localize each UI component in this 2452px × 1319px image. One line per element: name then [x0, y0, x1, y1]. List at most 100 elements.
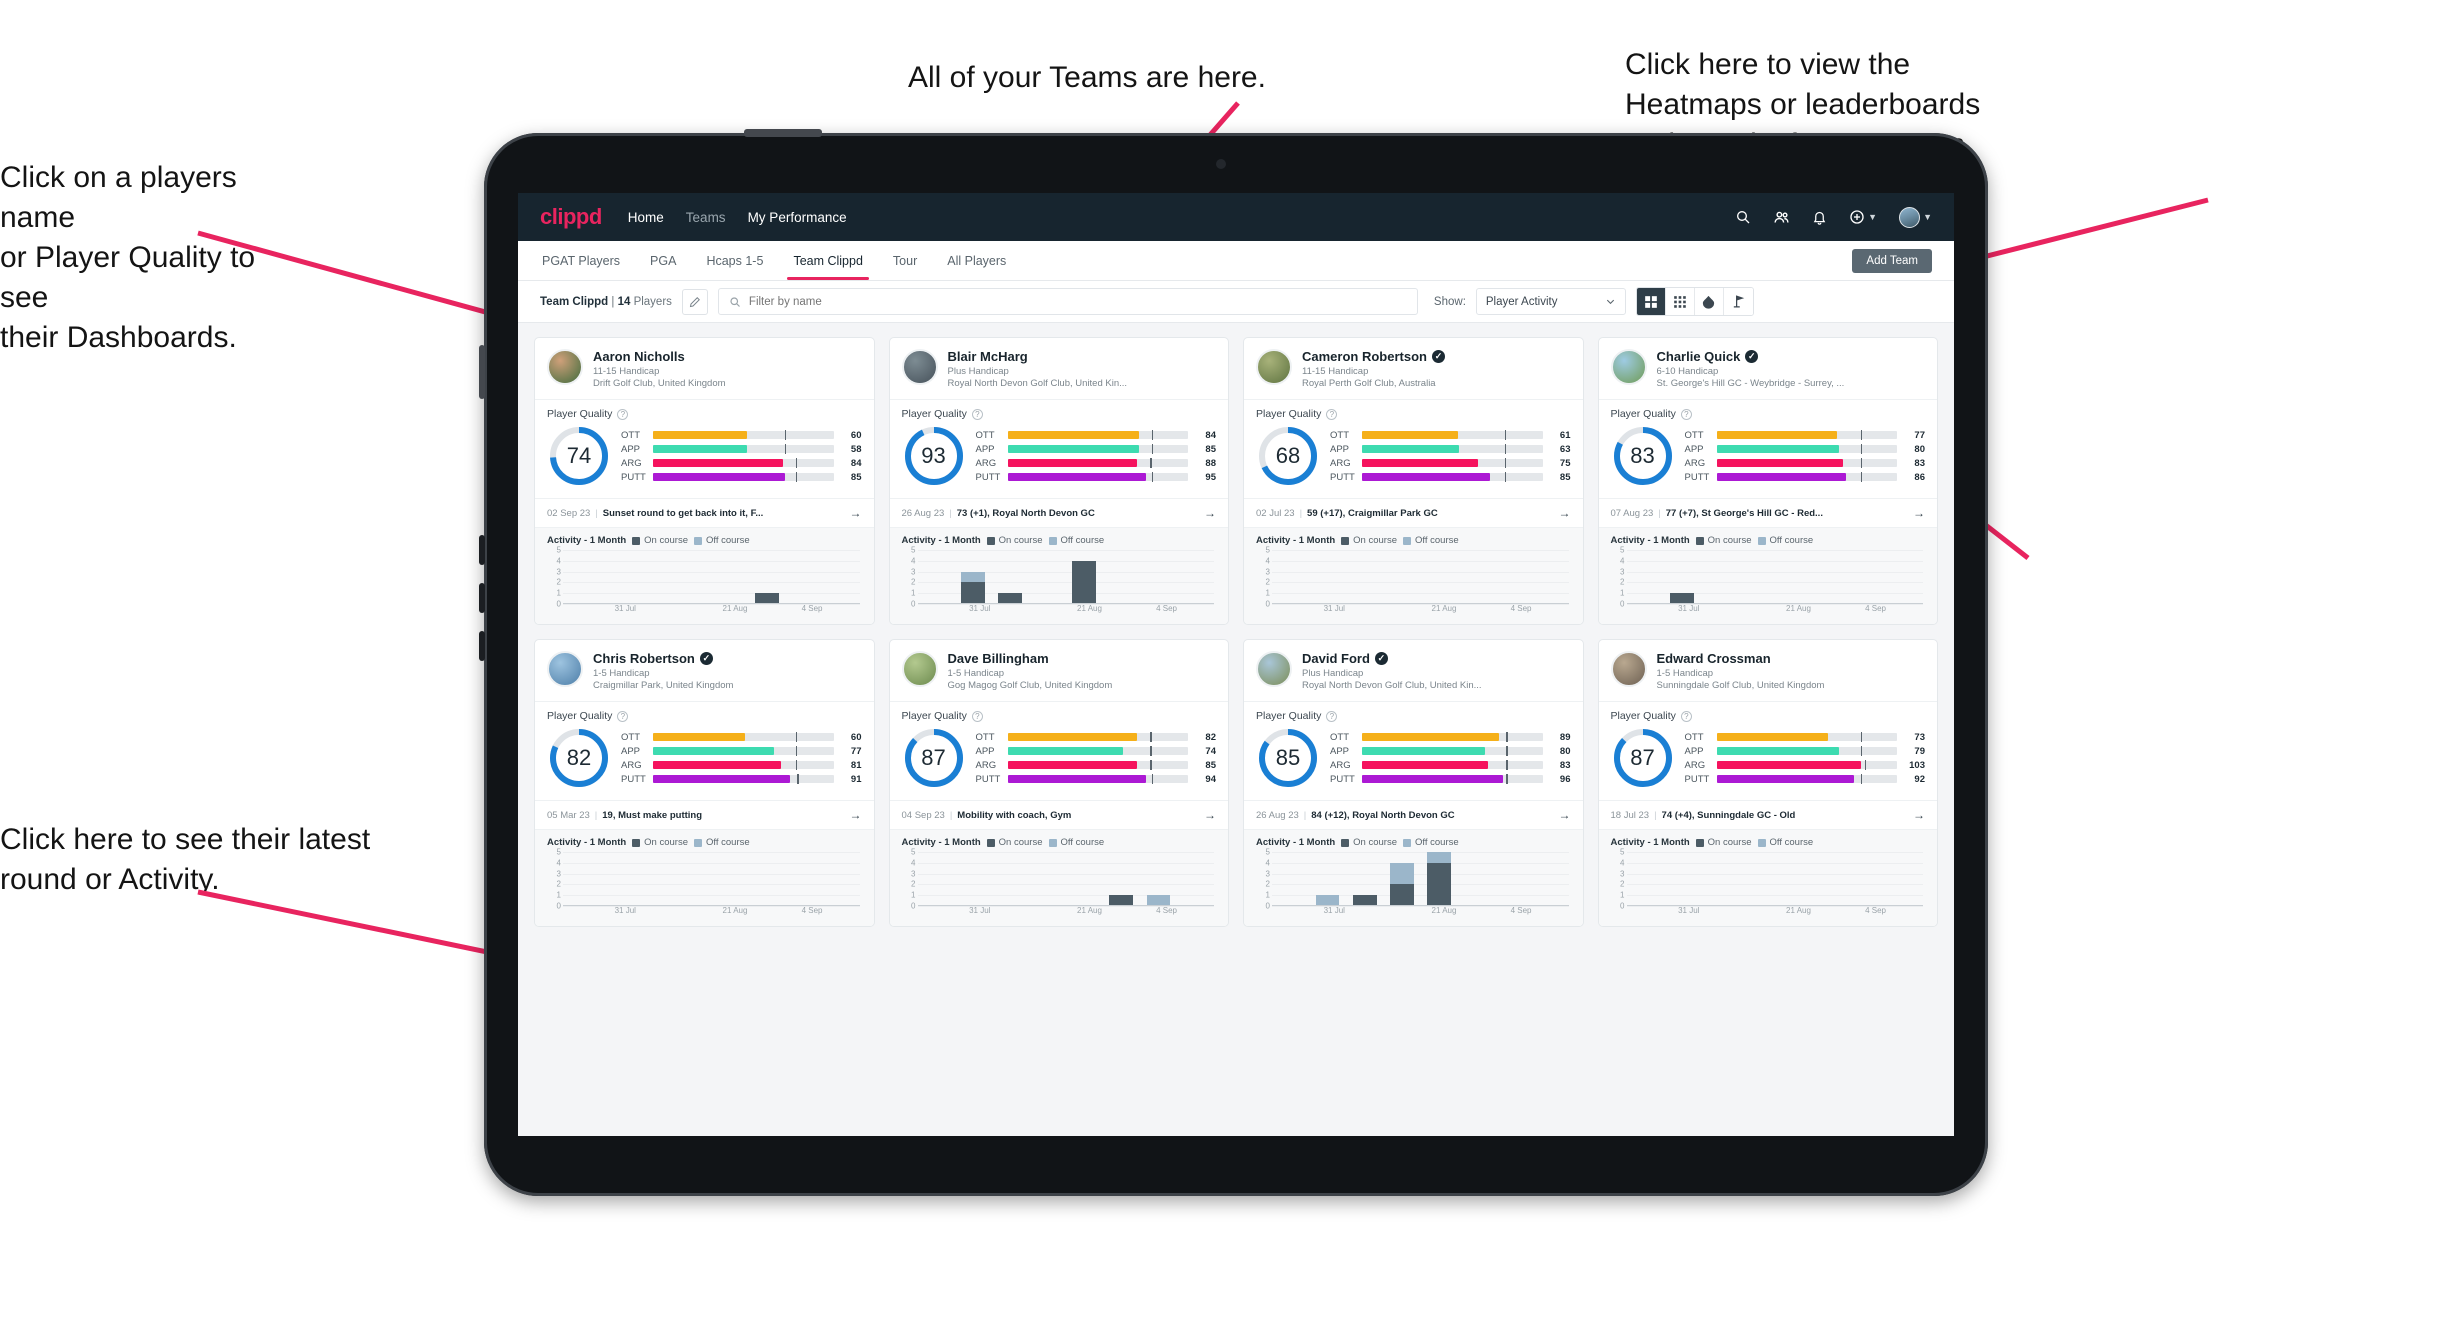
round-arrow-icon[interactable]: →	[1913, 808, 1925, 822]
card-header[interactable]: Cameron Robertson ✓ 11-15 Handicap Royal…	[1244, 338, 1583, 399]
player-quality-section[interactable]: Player Quality ? 74 OTT 60 APP 58 ARG 84…	[535, 399, 874, 498]
player-card[interactable]: Chris Robertson ✓ 1-5 Handicap Craigmill…	[534, 639, 875, 927]
latest-round-row[interactable]: 04 Sep 23 | Mobility with coach, Gym →	[889, 800, 1228, 829]
help-icon[interactable]: ?	[1680, 408, 1692, 420]
add-team-button[interactable]: Add Team	[1852, 248, 1932, 273]
latest-round-row[interactable]: 18 Jul 23 | 74 (+4), Sunningdale GC - Ol…	[1598, 800, 1937, 829]
player-name-row[interactable]: Dave Billingham	[948, 651, 1113, 666]
player-name-row[interactable]: Blair McHarg	[948, 349, 1128, 364]
tab-hcaps-1-5[interactable]: Hcaps 1-5	[704, 244, 765, 278]
latest-round-row[interactable]: 26 Aug 23 | 84 (+12), Royal North Devon …	[1244, 800, 1583, 829]
player-card[interactable]: Edward Crossman 1-5 Handicap Sunningdale…	[1597, 639, 1938, 927]
player-avatar[interactable]	[901, 349, 938, 385]
activity-bar[interactable]	[961, 571, 985, 604]
player-name[interactable]: Dave Billingham	[948, 651, 1049, 666]
player-name-row[interactable]: Edward Crossman	[1657, 651, 1825, 666]
latest-round-row[interactable]: 02 Jul 23 | 59 (+17), Craigmillar Park G…	[1244, 498, 1583, 527]
player-name-row[interactable]: Chris Robertson ✓	[593, 651, 733, 666]
player-avatar[interactable]	[547, 349, 583, 385]
help-icon[interactable]: ?	[971, 710, 983, 722]
heatmap-view-button[interactable]	[1694, 288, 1724, 315]
player-avatar[interactable]	[901, 651, 938, 687]
help-icon[interactable]: ?	[617, 710, 629, 722]
quality-donut[interactable]: 87	[902, 726, 966, 790]
round-arrow-icon[interactable]: →	[1559, 506, 1571, 520]
player-quality-section[interactable]: Player Quality ? 83 OTT 77 APP 80 ARG 83…	[1598, 399, 1937, 498]
leaderboard-view-button[interactable]	[1723, 288, 1753, 315]
chevron-down-icon-avatar[interactable]: ▼	[1923, 212, 1932, 222]
quality-donut[interactable]: 87	[1611, 726, 1675, 790]
volume-button[interactable]	[479, 345, 485, 399]
tab-tour[interactable]: Tour	[891, 244, 919, 278]
people-icon[interactable]	[1773, 209, 1790, 226]
quality-donut[interactable]: 93	[902, 424, 966, 488]
avatar[interactable]: ▼	[1899, 206, 1932, 228]
help-icon[interactable]: ?	[1680, 710, 1692, 722]
quality-donut[interactable]: 68	[1256, 424, 1320, 488]
player-name-row[interactable]: Charlie Quick ✓	[1657, 349, 1845, 364]
player-quality-section[interactable]: Player Quality ? 82 OTT 60 APP 77 ARG 81…	[535, 701, 874, 800]
player-name[interactable]: Charlie Quick	[1657, 349, 1741, 364]
nav-my-performance[interactable]: My Performance	[748, 210, 847, 225]
card-header[interactable]: Blair McHarg Plus Handicap Royal North D…	[890, 338, 1229, 399]
player-name[interactable]: Edward Crossman	[1657, 651, 1771, 666]
round-arrow-icon[interactable]: →	[1204, 506, 1216, 520]
quality-donut[interactable]: 74	[547, 424, 611, 488]
quality-donut[interactable]: 83	[1611, 424, 1675, 488]
player-quality-section[interactable]: Player Quality ? 87 OTT 82 APP 74 ARG 85…	[889, 701, 1228, 800]
grid-small-view-button[interactable]	[1665, 288, 1695, 315]
player-card[interactable]: Charlie Quick ✓ 6-10 Handicap St. George…	[1597, 337, 1938, 625]
player-name[interactable]: Blair McHarg	[948, 349, 1028, 364]
player-card[interactable]: Aaron Nicholls 11-15 Handicap Drift Golf…	[534, 337, 875, 625]
player-quality-section[interactable]: Player Quality ? 68 OTT 61 APP 63 ARG 75…	[1244, 399, 1583, 498]
player-avatar[interactable]	[1610, 349, 1647, 385]
tab-team-clippd[interactable]: Team Clippd	[787, 244, 870, 280]
round-arrow-icon[interactable]: →	[1559, 808, 1571, 822]
card-header[interactable]: Edward Crossman 1-5 Handicap Sunningdale…	[1599, 640, 1938, 701]
tab-all-players[interactable]: All Players	[945, 244, 1008, 278]
help-icon[interactable]: ?	[1326, 408, 1338, 420]
player-card[interactable]: Dave Billingham 1-5 Handicap Gog Magog G…	[888, 639, 1229, 927]
player-name[interactable]: David Ford	[1302, 651, 1370, 666]
clippd-logo[interactable]: clippd	[540, 204, 602, 230]
quality-donut[interactable]: 85	[1256, 726, 1320, 790]
show-select[interactable]: Player Activity	[1475, 288, 1626, 315]
round-arrow-icon[interactable]: →	[1204, 808, 1216, 822]
tab-pgat-players[interactable]: PGAT Players	[540, 244, 622, 278]
round-arrow-icon[interactable]: →	[850, 506, 862, 520]
player-quality-section[interactable]: Player Quality ? 93 OTT 84 APP 85 ARG 88…	[889, 399, 1228, 498]
player-quality-section[interactable]: Player Quality ? 85 OTT 89 APP 80 ARG 83…	[1244, 701, 1583, 800]
help-icon[interactable]: ?	[617, 408, 629, 420]
nav-home[interactable]: Home	[628, 210, 664, 225]
bell-icon[interactable]	[1812, 210, 1827, 225]
help-icon[interactable]: ?	[971, 408, 983, 420]
nav-teams[interactable]: Teams	[686, 210, 726, 225]
player-card[interactable]: Blair McHarg Plus Handicap Royal North D…	[888, 337, 1229, 625]
activity-bar[interactable]	[1426, 852, 1451, 906]
search-field-wrapper[interactable]	[717, 288, 1418, 315]
card-header[interactable]: Charlie Quick ✓ 6-10 Handicap St. George…	[1599, 338, 1938, 399]
card-header[interactable]: Dave Billingham 1-5 Handicap Gog Magog G…	[890, 640, 1229, 701]
search-input[interactable]	[748, 295, 1407, 308]
quality-donut[interactable]: 82	[547, 726, 611, 790]
search-icon[interactable]	[1735, 209, 1751, 225]
player-name[interactable]: Chris Robertson	[593, 651, 695, 666]
chevron-down-icon[interactable]: ▼	[1868, 212, 1877, 222]
latest-round-row[interactable]: 02 Sep 23 | Sunset round to get back int…	[535, 498, 874, 527]
player-card[interactable]: David Ford ✓ Plus Handicap Royal North D…	[1243, 639, 1584, 927]
player-avatar[interactable]	[547, 651, 583, 687]
latest-round-row[interactable]: 05 Mar 23 | 19, Must make putting →	[535, 800, 874, 829]
activity-bar[interactable]	[1389, 862, 1414, 906]
latest-round-row[interactable]: 07 Aug 23 | 77 (+7), St George's Hill GC…	[1598, 498, 1937, 527]
player-quality-section[interactable]: Player Quality ? 87 OTT 73 APP 79 ARG 10…	[1598, 701, 1937, 800]
player-avatar[interactable]	[1610, 651, 1647, 687]
power-button[interactable]	[744, 129, 822, 137]
player-avatar[interactable]	[1256, 349, 1292, 385]
card-header[interactable]: Chris Robertson ✓ 1-5 Handicap Craigmill…	[535, 640, 874, 701]
player-name-row[interactable]: David Ford ✓	[1302, 651, 1482, 666]
grid-large-view-button[interactable]	[1636, 288, 1666, 315]
player-name-row[interactable]: Aaron Nicholls	[593, 349, 726, 364]
player-name[interactable]: Aaron Nicholls	[593, 349, 685, 364]
player-name[interactable]: Cameron Robertson	[1302, 349, 1427, 364]
tab-pga[interactable]: PGA	[648, 244, 678, 278]
